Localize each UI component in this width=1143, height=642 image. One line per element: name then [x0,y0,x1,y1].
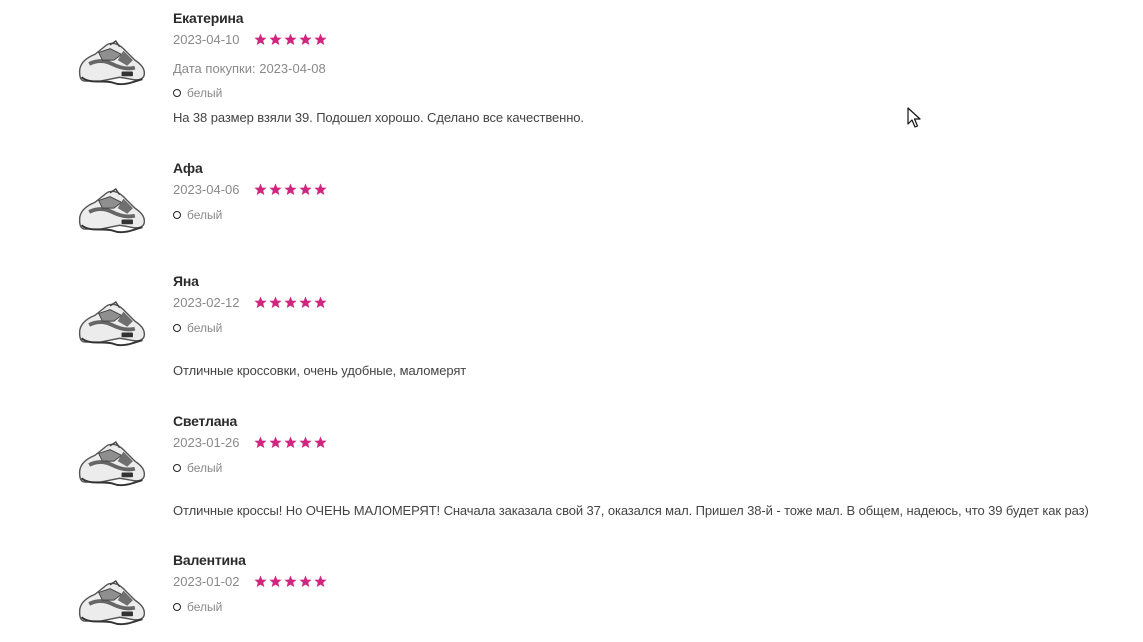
star-icon [313,183,327,195]
star-icon [313,575,327,587]
sneaker-thumbnail[interactable] [72,562,152,642]
color-option: белый [173,461,222,475]
review-date: 2023-02-12 [173,295,240,310]
star-icon [283,436,297,448]
review-date: 2023-04-10 [173,32,240,47]
reviewer-name: Валентина [173,552,246,568]
color-dot-icon [173,324,181,332]
star-icon [253,575,267,587]
star-icon [268,436,282,448]
star-icon [298,296,312,308]
rating-stars [253,575,327,588]
star-icon [313,33,327,45]
color-option: белый [173,321,222,335]
review-date: 2023-04-06 [173,182,240,197]
star-icon [298,575,312,587]
rating-stars [253,33,327,46]
review-date: 2023-01-02 [173,574,240,589]
star-icon [253,183,267,195]
sneaker-thumbnail[interactable] [72,170,152,250]
star-icon [253,436,267,448]
star-icon [268,183,282,195]
review-text: Отличные кроссы! Но ОЧЕНЬ МАЛОМЕРЯТ! Сна… [173,503,1089,518]
star-icon [313,436,327,448]
star-icon [253,33,267,45]
color-option: белый [173,86,222,100]
star-icon [268,296,282,308]
reviewer-name: Екатерина [173,10,244,26]
star-icon [253,296,267,308]
color-dot-icon [173,464,181,472]
star-icon [283,575,297,587]
color-label: белый [187,600,223,614]
star-icon [313,296,327,308]
star-icon [283,296,297,308]
color-dot-icon [173,603,181,611]
color-dot-icon [173,89,181,97]
star-icon [283,183,297,195]
rating-stars [253,436,327,449]
star-icon [298,436,312,448]
color-label: белый [187,321,223,335]
sneaker-thumbnail[interactable] [72,423,152,503]
review-date: 2023-01-26 [173,435,240,450]
color-label: белый [187,86,223,100]
reviewer-name: Светлана [173,413,238,429]
color-option: белый [173,208,222,222]
color-option: белый [173,600,222,614]
rating-stars [253,296,327,309]
color-dot-icon [173,211,181,219]
review-text: На 38 размер взяли 39. Подошел хорошо. С… [173,110,584,125]
purchase-date: Дата покупки: 2023-04-08 [173,61,326,76]
star-icon [268,33,282,45]
color-label: белый [187,461,223,475]
mouse-cursor-icon [907,107,921,128]
sneaker-thumbnail[interactable] [72,22,152,102]
reviewer-name: Яна [173,273,199,289]
star-icon [283,33,297,45]
color-label: белый [187,208,223,222]
sneaker-thumbnail[interactable] [72,283,152,363]
star-icon [298,183,312,195]
reviewer-name: Афа [173,160,203,176]
review-text: Отличные кроссовки, очень удобные, малом… [173,363,467,378]
star-icon [268,575,282,587]
rating-stars [253,183,327,196]
star-icon [298,33,312,45]
